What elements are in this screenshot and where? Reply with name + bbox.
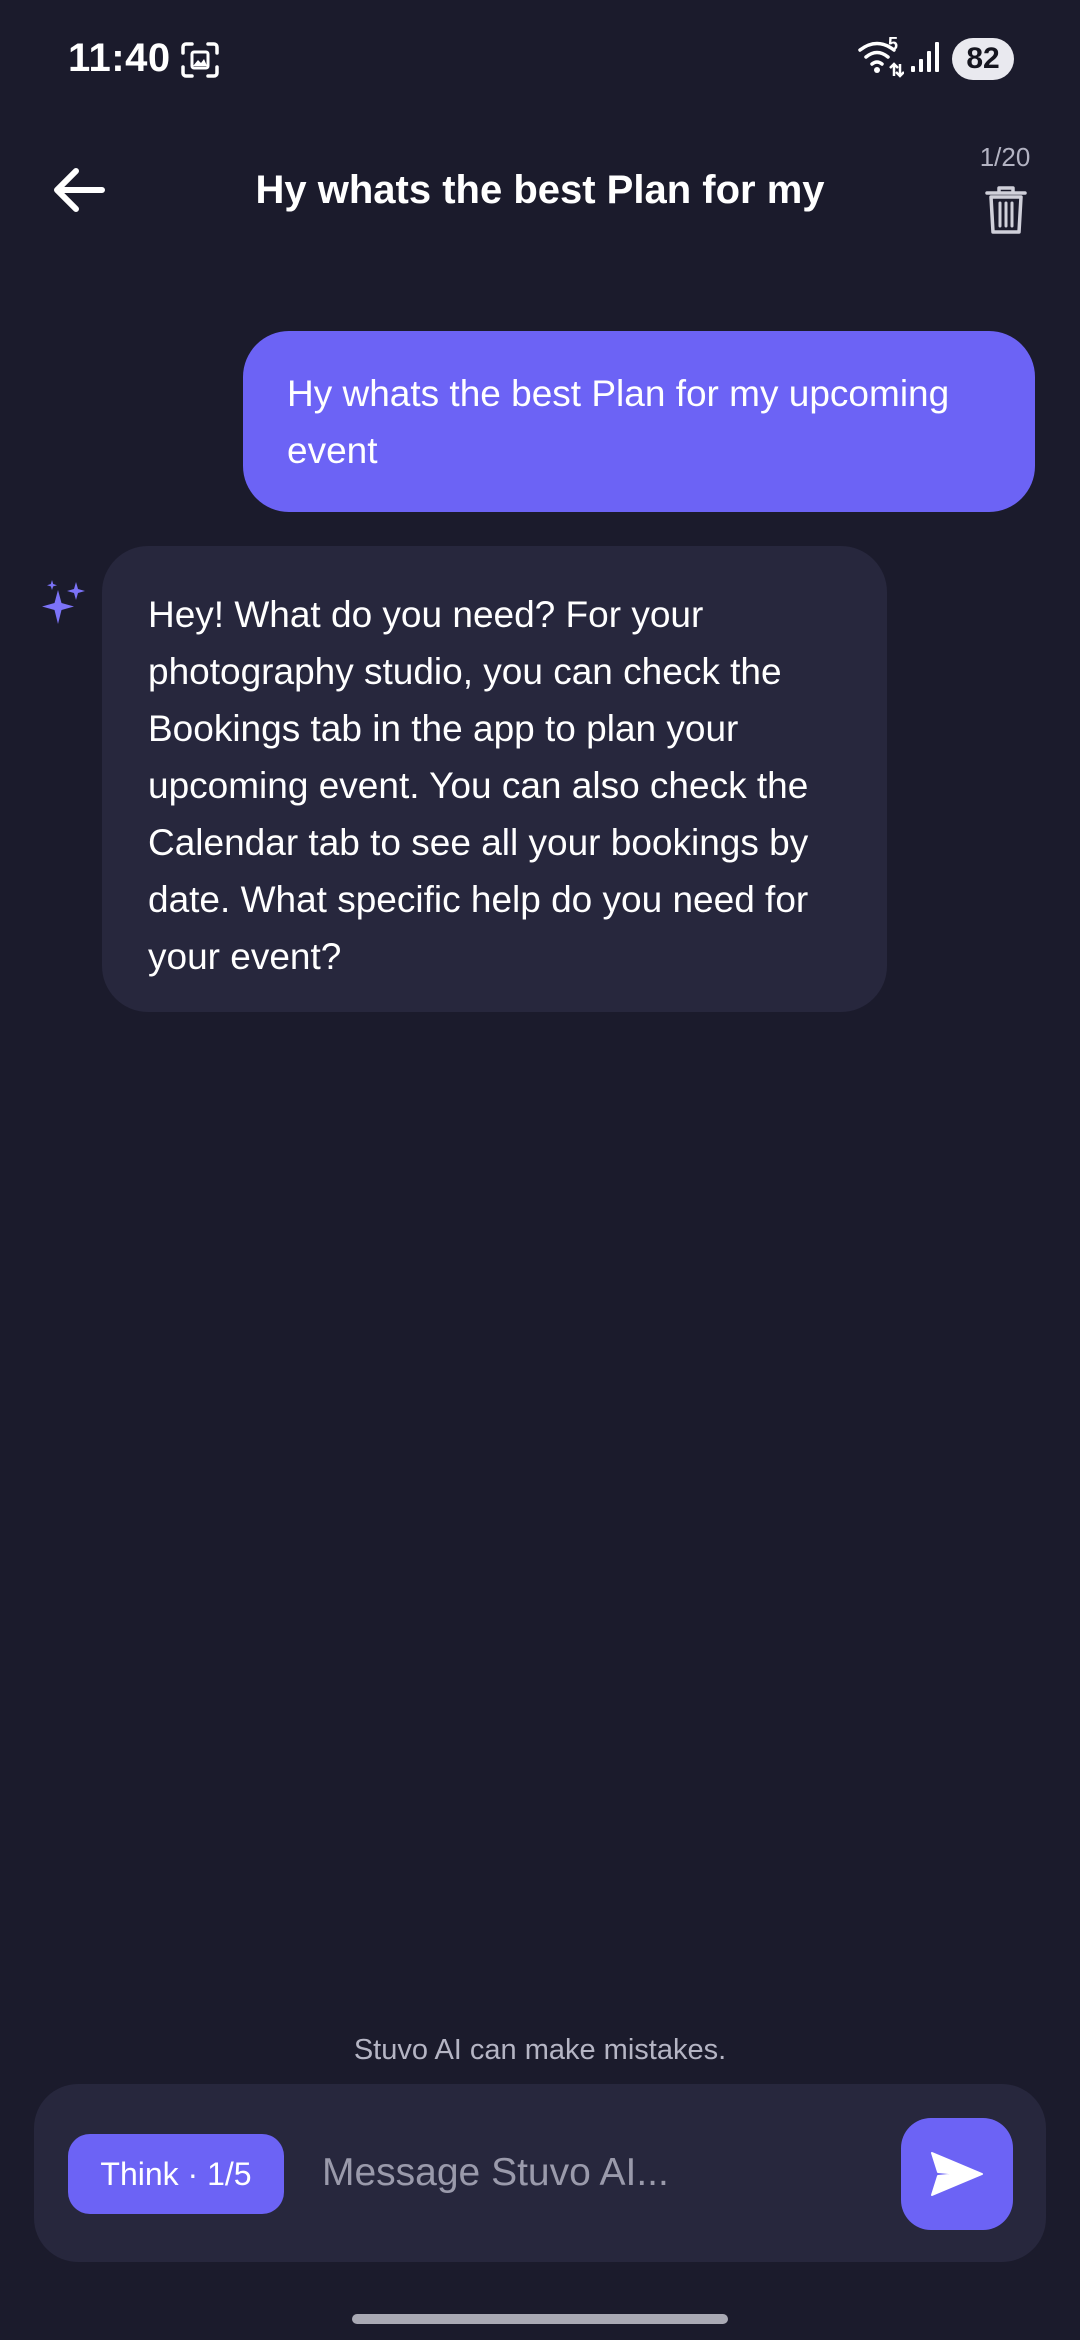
screenshot-icon	[180, 42, 220, 78]
user-message: Hy whats the best Plan for my upcoming e…	[243, 331, 1035, 512]
home-indicator[interactable]	[352, 2314, 728, 2324]
back-arrow-icon	[54, 168, 105, 212]
trash-icon	[985, 186, 1027, 234]
status-time: 11:40	[68, 36, 171, 80]
wifi-badge: 5	[888, 34, 899, 54]
send-icon	[931, 2152, 983, 2196]
assistant-message: Hey! What do you need? For your photogra…	[102, 546, 887, 1012]
status-bar: 11:40 5 82	[0, 0, 1080, 120]
ai-disclaimer: Stuvo AI can make mistakes.	[353, 2034, 727, 2066]
chat-screen: 11:40 5 82 Hy whats the best Plan for my…	[0, 0, 1080, 2340]
battery-indicator: 82	[952, 38, 1014, 80]
signal-icon	[910, 40, 942, 74]
send-button[interactable]	[901, 2118, 1013, 2230]
chat-title: Hy whats the best Plan for my	[255, 168, 825, 212]
sparkle-icon	[40, 578, 88, 626]
wifi-icon: 5	[858, 34, 905, 78]
chat-header: Hy whats the best Plan for my 1/20	[0, 130, 1080, 250]
conversation-counter: 1/20	[979, 142, 1031, 172]
think-mode-button[interactable]: Think · 1/5	[68, 2134, 284, 2214]
back-button[interactable]	[40, 152, 116, 228]
message-input[interactable]	[322, 2128, 882, 2218]
message-composer: Think · 1/5	[34, 2084, 1046, 2262]
delete-chat-button[interactable]	[976, 180, 1036, 240]
